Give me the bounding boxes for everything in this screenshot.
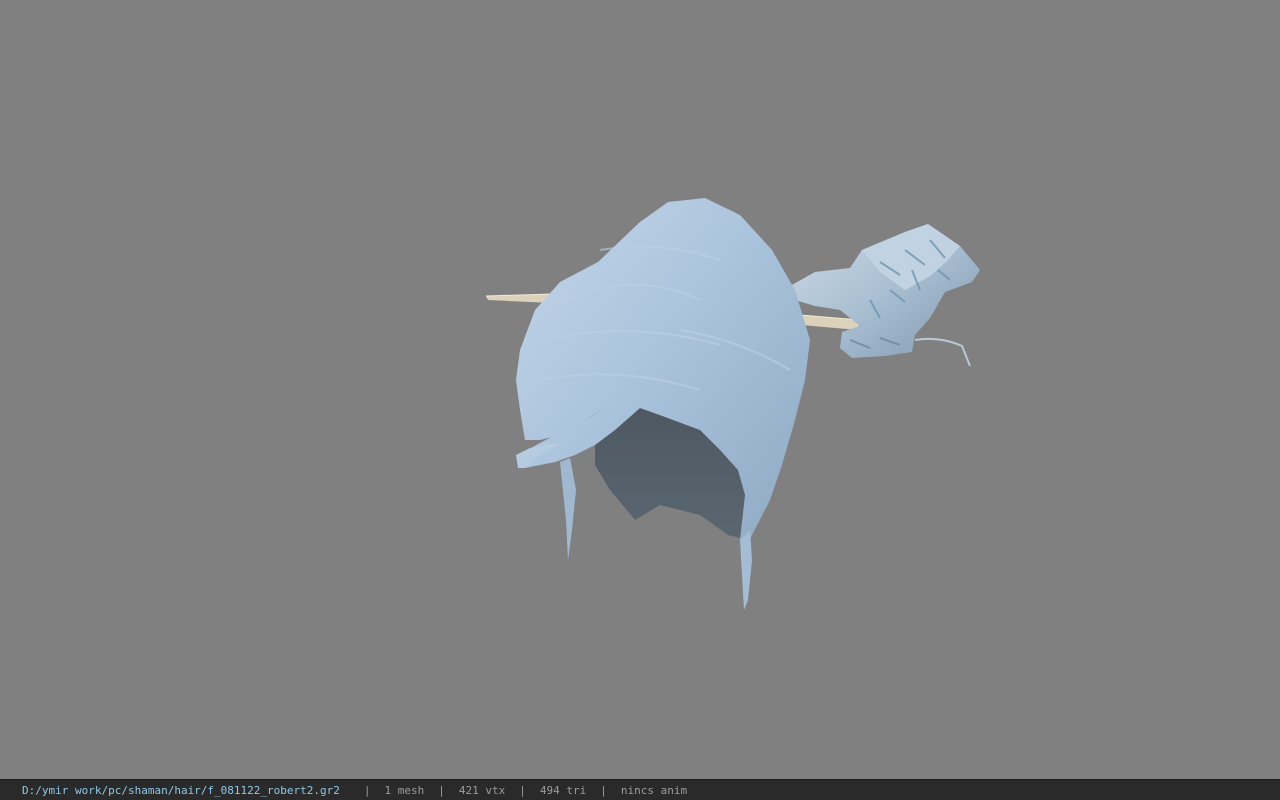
separator: |: [519, 783, 526, 797]
3d-viewport[interactable]: [0, 0, 1280, 779]
hair-ornament: [790, 224, 980, 367]
hair-model[interactable]: [0, 0, 1280, 779]
file-path-label: D:/ymir work/pc/shaman/hair/f_081122_rob…: [22, 783, 340, 797]
hair-main: [516, 198, 810, 610]
vertex-count-label: 421 vtx: [458, 783, 506, 797]
separator: |: [363, 783, 371, 797]
animation-info-label: nincs anim: [620, 783, 688, 797]
triangle-count-label: 494 tri: [539, 783, 587, 797]
mesh-count-label: 1 mesh: [384, 783, 425, 797]
separator: |: [600, 783, 607, 797]
separator: |: [438, 783, 445, 797]
status-bar: D:/ymir work/pc/shaman/hair/f_081122_rob…: [0, 779, 1280, 800]
